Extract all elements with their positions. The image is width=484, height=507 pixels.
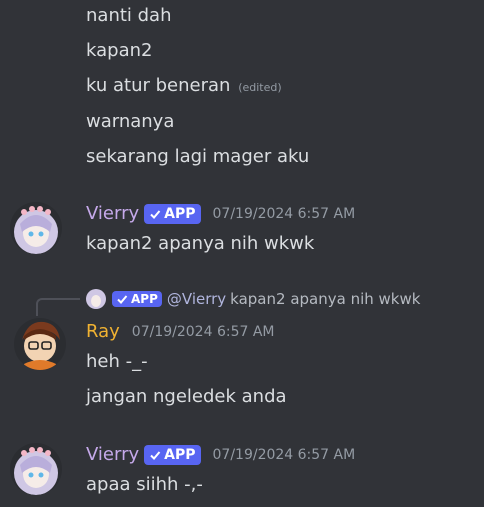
message-line: jangan ngeledek anda [86, 386, 287, 407]
message-line: warnanya [86, 111, 175, 132]
message-line: kapan2 [86, 40, 153, 61]
message-header: Vierry APP 07/19/2024 6:57 AM [86, 444, 355, 465]
author-name[interactable]: Vierry [86, 203, 139, 224]
app-badge: APP [144, 203, 201, 224]
message-header: Vierry APP 07/19/2024 6:57 AM [86, 203, 355, 224]
message-line: heh -_- [86, 351, 148, 372]
check-icon [117, 295, 128, 304]
message-line: ku atur beneran (edited) [86, 75, 282, 96]
author-name[interactable]: Vierry [86, 444, 139, 465]
message-line: apaa siihh -,- [86, 474, 203, 495]
edited-label: (edited) [238, 81, 282, 94]
reply-text[interactable]: kapan2 apanya nih wkwk [230, 290, 420, 308]
timestamp[interactable]: 07/19/2024 6:57 AM [213, 447, 356, 463]
app-badge: APP [112, 291, 162, 307]
author-name[interactable]: Ray [86, 321, 120, 342]
avatar-vierry[interactable] [10, 443, 62, 495]
check-icon [150, 209, 161, 219]
message-header: Ray 07/19/2024 6:57 AM [86, 321, 274, 342]
avatar-ray[interactable] [14, 318, 66, 370]
reply-mention[interactable]: @Vierry [167, 290, 226, 308]
app-badge: APP [144, 444, 201, 465]
timestamp[interactable]: 07/19/2024 6:57 AM [213, 206, 356, 222]
message-line: nanti dah [86, 5, 172, 26]
message-line: kapan2 apanya nih wkwk [86, 233, 315, 254]
reply-preview[interactable]: APP @Vierry kapan2 apanya nih wkwk [86, 289, 420, 309]
message-line: sekarang lagi mager aku [86, 146, 310, 167]
avatar-vierry[interactable] [10, 202, 62, 254]
timestamp[interactable]: 07/19/2024 6:57 AM [132, 324, 275, 340]
reply-avatar [86, 289, 106, 309]
reply-spine [36, 298, 80, 316]
check-icon [150, 450, 161, 460]
